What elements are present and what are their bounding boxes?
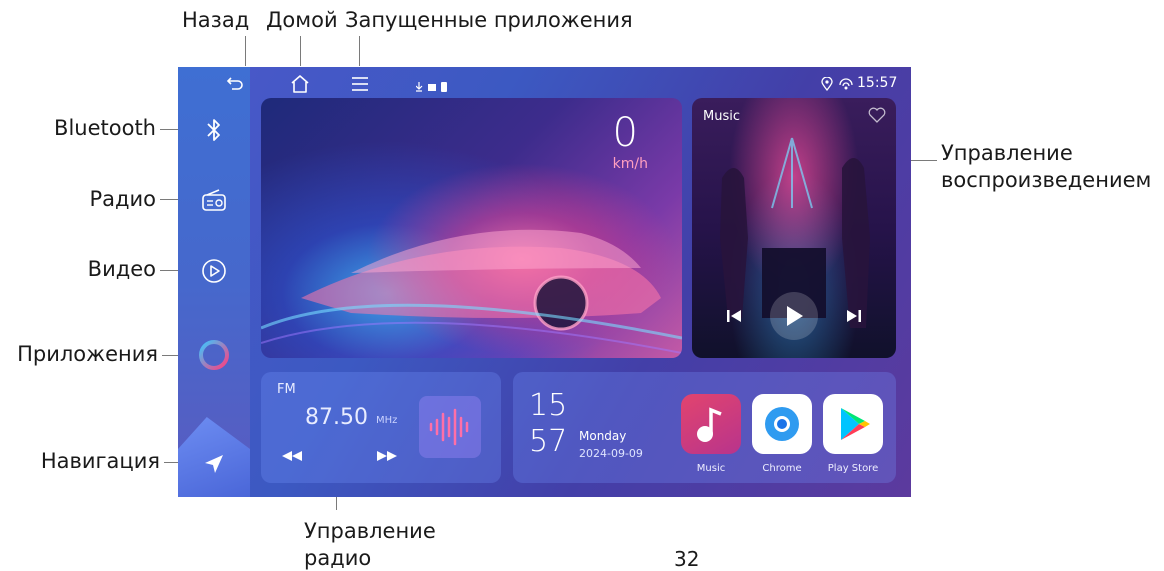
radio-band: FM — [277, 382, 296, 397]
bluetooth-icon[interactable] — [199, 115, 229, 145]
chrome-app-label: Chrome — [762, 463, 802, 474]
callout-radio: Радио — [89, 187, 156, 211]
signal-icon — [838, 76, 854, 95]
clock-apps-tile: 15 57 Monday 2024-09-09 Music Chrome Pla… — [513, 372, 896, 483]
speed-tile[interactable]: 0 km/h — [261, 98, 682, 358]
previous-track-button[interactable] — [726, 308, 742, 327]
radio-seek-back-button[interactable] — [281, 447, 303, 466]
callout-playback-line2: воспроизведением — [941, 168, 1152, 192]
radio-waveform-icon — [419, 396, 481, 458]
callout-video: Видео — [87, 257, 156, 281]
menu-icon[interactable] — [351, 76, 369, 96]
callout-navigation: Навигация — [40, 449, 160, 473]
callout-apps: Приложения — [17, 342, 158, 366]
leader-line-home — [300, 36, 301, 66]
navigation-icon[interactable] — [199, 449, 229, 479]
leader-line-back — [245, 36, 246, 66]
speed-value: 0 — [612, 110, 638, 156]
home-icon[interactable] — [290, 74, 310, 98]
music-player-tile[interactable]: Music — [692, 98, 896, 358]
back-icon[interactable] — [222, 71, 246, 95]
sidebar — [178, 67, 250, 497]
radio-tile[interactable]: FM 87.50 MHz — [261, 372, 501, 483]
callout-home: Домой — [266, 8, 338, 32]
callout-radio-ctrl-line1: Управление — [304, 519, 436, 543]
callout-back: Назад — [182, 8, 250, 32]
apps-icon[interactable] — [197, 338, 231, 372]
radio-frequency: 87.50 — [305, 405, 368, 430]
play-store-app-label: Play Store — [827, 463, 879, 474]
music-app-label: Music — [696, 463, 726, 474]
callout-bluetooth: Bluetooth — [54, 116, 156, 140]
speed-unit: km/h — [612, 156, 648, 172]
page-number: 32 — [674, 547, 700, 571]
clock-day: Monday — [579, 429, 627, 443]
chrome-app-icon[interactable] — [752, 394, 812, 454]
leader-line-menu — [359, 36, 360, 66]
callout-radio-ctrl-line2: радио — [304, 546, 372, 570]
head-unit-screen: 15:57 0 km/h Music FM 87.50 MHz 15 57 Mo… — [178, 67, 911, 497]
status-time: 15:57 — [857, 75, 898, 91]
video-icon[interactable] — [199, 256, 229, 286]
location-icon — [821, 76, 833, 95]
radio-frequency-unit: MHz — [376, 415, 398, 426]
clock-date: 2024-09-09 — [579, 447, 643, 460]
notification-icons — [415, 78, 450, 97]
music-app-icon[interactable] — [681, 394, 741, 454]
callout-playback-line1: Управление — [941, 141, 1073, 165]
radio-seek-forward-button[interactable] — [376, 447, 398, 466]
next-track-button[interactable] — [846, 308, 862, 327]
callout-running-apps: Запущенные приложения — [345, 8, 633, 32]
radio-icon[interactable] — [199, 185, 229, 215]
clock-minutes: 57 — [529, 424, 568, 459]
play-store-app-icon[interactable] — [823, 394, 883, 454]
clock-hours: 15 — [529, 388, 568, 423]
play-button[interactable] — [770, 292, 818, 340]
